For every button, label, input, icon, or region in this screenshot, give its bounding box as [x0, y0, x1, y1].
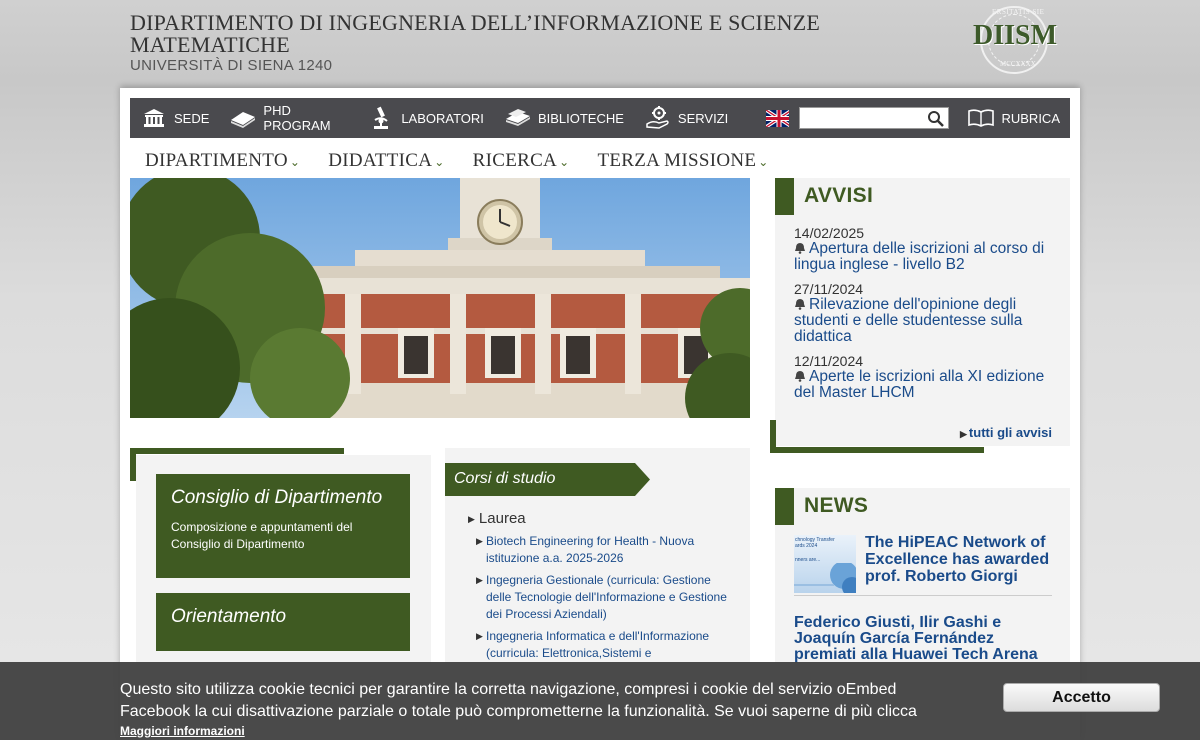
consiglio-dipartimento-box[interactable]: Consiglio di Dipartimento Composizione e…: [156, 474, 410, 578]
main-menu: DIPARTIMENTO ⌄ DIDATTICA ⌄ RICERCA ⌄ TERZA …: [145, 150, 797, 172]
site-subtitle: UNIVERSITÀ DI SIENA 1240: [130, 57, 333, 74]
topnav-item-sede[interactable]: SEDE: [140, 107, 209, 129]
avviso-text: Rilevazione dell'opinione degli studenti…: [794, 296, 1023, 345]
avviso-date: 12/11/2024: [794, 353, 864, 369]
triangle-right-icon: ▶: [468, 514, 475, 524]
topnav-item-rubrica[interactable]: RUBRICA: [967, 107, 1060, 129]
corsi-header: Corsi di studio: [445, 463, 650, 496]
triangle-right-icon: ▶: [476, 631, 483, 641]
corsi-title: Corsi di studio: [454, 470, 556, 487]
menu-label: TERZA MISSIONE: [597, 150, 757, 171]
cookie-text: Questo sito utilizza cookie tecnici per …: [120, 681, 917, 720]
site-header: DIPARTIMENTO DI INGEGNERIA DELL’INFORMAZ…: [130, 6, 1070, 82]
avviso-date: 27/11/2024: [794, 281, 864, 297]
menu-item-dipartimento[interactable]: DIPARTIMENTO ⌄: [145, 150, 300, 172]
topnav-item-laboratori[interactable]: LABORATORI: [367, 106, 484, 129]
bell-icon: [794, 242, 806, 254]
logo-arc-top: ERSITATIS SIE: [992, 8, 1045, 16]
news-link-2[interactable]: Federico Giusti, Ilir Gashi e Joaquín Ga…: [794, 615, 1059, 663]
avvisi-title: AVVISI: [804, 184, 874, 207]
chevron-down-icon: ⌄: [559, 155, 570, 169]
list-item: 14/02/2025 Apertura delle iscrizioni al …: [794, 225, 1064, 273]
logo-arc-bottom: MCCXXXX: [1000, 60, 1036, 68]
corso-label: Ingegneria Gestionale (curricula: Gestio…: [486, 573, 727, 621]
avviso-text: Aperte le iscrizioni alla XI edizione de…: [794, 368, 1045, 401]
book-icon: [229, 107, 257, 129]
avvisi-footer-frame: [770, 420, 984, 453]
site-title[interactable]: DIPARTIMENTO DI INGEGNERIA DELL’INFORMAZ…: [130, 12, 890, 56]
search-input[interactable]: [800, 108, 941, 128]
list-item[interactable]: ▶ Biotech Engineering for Health - Nuova …: [476, 533, 738, 567]
search-icon[interactable]: [927, 110, 945, 128]
avviso-link[interactable]: Aperte le iscrizioni alla XI edizione de…: [794, 369, 1064, 401]
menu-label: DIDATTICA: [328, 150, 433, 171]
topnav-label-servizi: SERVIZI: [677, 110, 729, 126]
news-box: NEWS chnology Transfer ards 2024 nners a…: [775, 488, 1070, 688]
microscope-icon: [367, 106, 395, 129]
list-item[interactable]: ▶ Ingegneria Gestionale (curricula: Gesti…: [476, 572, 738, 623]
news-thumbnail[interactable]: chnology Transfer ards 2024 nners are...: [794, 535, 856, 593]
corso-label: Ingegneria Informatica e dell'Informazio…: [486, 629, 710, 660]
news-title: NEWS: [804, 494, 869, 517]
orientamento-title: Orientamento: [171, 606, 287, 627]
avvisi-header: AVVISI: [775, 178, 1070, 215]
news-header: NEWS: [775, 488, 1070, 525]
list-item[interactable]: ▶ Ingegneria Informatica e dell'Informazi…: [476, 628, 738, 662]
search-box: [799, 107, 950, 129]
menu-label: RICERCA: [472, 150, 558, 171]
topnav-label-laboratori: LABORATORI: [401, 110, 484, 126]
cookie-banner: Questo sito utilizza cookie tecnici per …: [0, 662, 1200, 740]
building-icon: [140, 107, 168, 129]
topnav-item-phd-program[interactable]: PHD PROGRAM: [229, 103, 347, 133]
avviso-link[interactable]: Apertura delle iscrizioni al corso di li…: [794, 241, 1064, 273]
avvisi-header-bar: [775, 178, 794, 215]
topnav-label-sede: SEDE: [174, 110, 210, 126]
news-thumb-line3: nners are...: [795, 557, 821, 563]
list-item: 27/11/2024 Rilevazione dell'opinione deg…: [794, 281, 1064, 345]
triangle-right-icon: ▶: [476, 575, 483, 585]
topnav-label-phd: PHD PROGRAM: [263, 103, 331, 133]
topnav-label-rubrica: RUBRICA: [1001, 110, 1060, 126]
news-divider: [794, 595, 1052, 596]
hero-building-image: [130, 178, 750, 418]
avvisi-list: 14/02/2025 Apertura delle iscrizioni al …: [794, 225, 1064, 409]
news-header-bar: [775, 488, 794, 525]
topnav-item-servizi[interactable]: SERVIZI: [644, 106, 729, 129]
avviso-link[interactable]: Rilevazione dell'opinione degli studenti…: [794, 297, 1064, 345]
avvisi-box: AVVISI 14/02/2025 Apertura delle iscrizi…: [775, 178, 1070, 446]
hand-gear-icon: [644, 106, 672, 129]
menu-item-terza-missione[interactable]: TERZA MISSIONE ⌄: [597, 150, 768, 172]
avviso-text: Apertura delle iscrizioni al corso di li…: [794, 240, 1045, 273]
consiglio-desc: Composizione e appuntamenti del Consigli…: [171, 520, 353, 551]
cookie-more-info-link[interactable]: Maggiori informazioni: [120, 724, 245, 738]
triangle-right-icon: ▶: [476, 536, 483, 546]
open-book-icon: [967, 107, 995, 129]
english-flag-icon[interactable]: [766, 109, 790, 127]
chevron-down-icon: ⌄: [758, 155, 769, 169]
top-nav: SEDE PHD PROGRAM LABORATORI BIBLIOTECHE …: [130, 98, 1070, 138]
chevron-down-icon: ⌄: [289, 155, 301, 169]
consiglio-title: Consiglio di Dipartimento: [171, 487, 383, 508]
corsi-list: ▶ Laurea ▶ Biotech Engineering for Health …: [468, 510, 738, 667]
corsi-group-laurea[interactable]: ▶ Laurea: [468, 510, 738, 527]
logo-text: DIISM: [972, 20, 1057, 51]
list-item: 12/11/2024 Aperte le iscrizioni alla XI …: [794, 353, 1064, 401]
bell-icon: [794, 298, 806, 310]
news-link-1[interactable]: The HiPEAC Network of Excellence has awa…: [865, 534, 1065, 585]
chevron-down-icon: ⌄: [434, 155, 445, 169]
diism-logo[interactable]: ERSITATIS SIE DIISM MCCXXXX: [960, 6, 1060, 78]
bell-icon: [794, 370, 806, 382]
menu-label: DIPARTIMENTO: [145, 150, 288, 171]
menu-item-ricerca[interactable]: RICERCA ⌄: [473, 150, 570, 172]
corso-label: Biotech Engineering for Health - Nuova i…: [486, 534, 695, 565]
orientamento-box[interactable]: Orientamento: [156, 593, 410, 651]
menu-item-didattica[interactable]: DIDATTICA ⌄: [328, 150, 444, 172]
avviso-date: 14/02/2025: [794, 225, 865, 241]
news-thumb-line1: chnology Transfer: [795, 537, 835, 543]
books-icon: [504, 107, 532, 129]
group-label: Laurea: [478, 510, 526, 527]
topnav-item-biblioteche[interactable]: BIBLIOTECHE: [504, 107, 624, 129]
cookie-accept-button[interactable]: Accetto: [1003, 683, 1160, 712]
topnav-label-biblioteche: BIBLIOTECHE: [537, 110, 624, 126]
